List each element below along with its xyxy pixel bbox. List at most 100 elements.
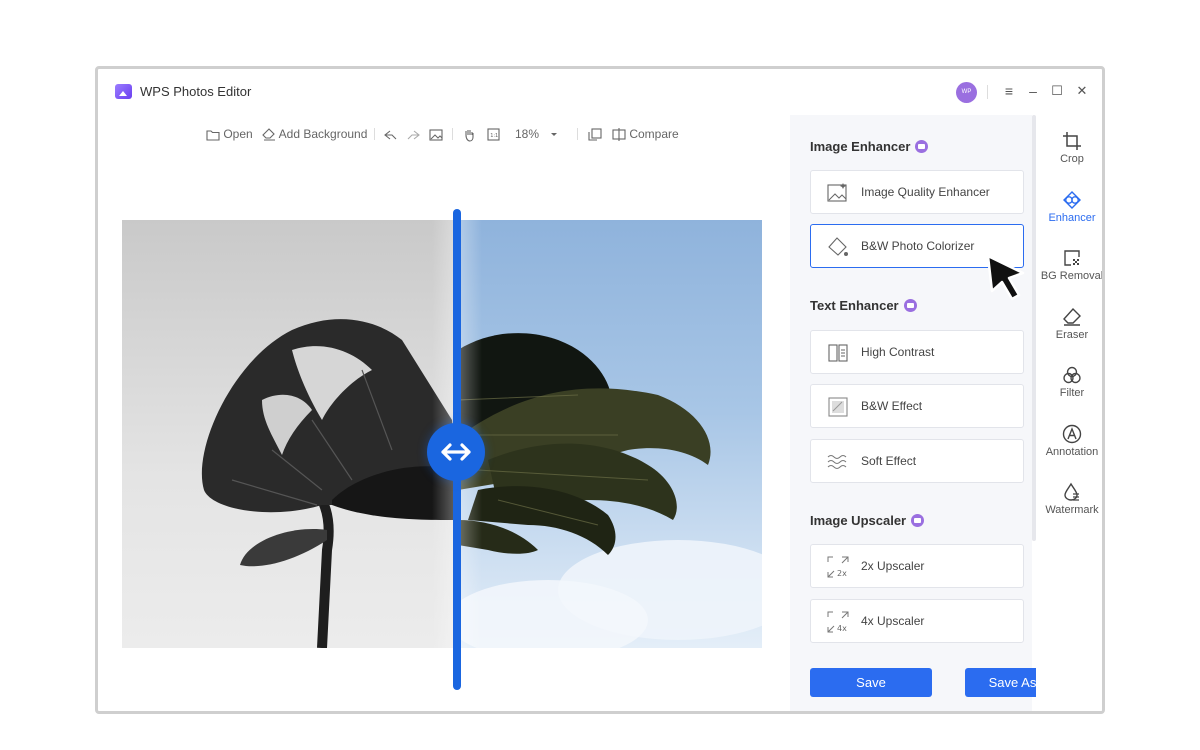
crop-icon (1063, 132, 1081, 150)
folder-icon (206, 130, 220, 141)
toolbar-divider (374, 128, 375, 140)
section-image-enhancer: Image Enhancer (810, 139, 929, 154)
option-label: Image Quality Enhancer (861, 185, 990, 199)
image-icon (429, 129, 443, 141)
soft-effect-icon (827, 455, 847, 469)
hand-icon (465, 129, 474, 142)
section-image-upscaler: Image Upscaler (810, 513, 925, 528)
pan-button[interactable] (462, 125, 476, 143)
titlebar-divider (987, 85, 988, 99)
zoom-value[interactable]: 18% (515, 125, 539, 143)
open-label: Open (223, 127, 253, 141)
close-button[interactable]: ✕ (1073, 81, 1091, 101)
premium-badge-icon (911, 514, 925, 527)
rail-label: Crop (1060, 153, 1084, 165)
actual-size-icon: 1:1 (487, 128, 500, 141)
svg-text:1:1: 1:1 (490, 133, 498, 139)
minimize-button[interactable]: – (1024, 81, 1042, 101)
menu-button[interactable]: ≡ (1000, 81, 1018, 101)
high-contrast-icon (828, 344, 848, 362)
rail-label: BG Removal (1040, 270, 1104, 282)
rail-item-annotation[interactable]: Annotation (1036, 424, 1102, 458)
save-button[interactable]: Save (810, 668, 932, 697)
maximize-button[interactable]: ☐ (1048, 81, 1066, 101)
upscaler-2x-option[interactable]: 2x 2x Upscaler (810, 544, 1024, 588)
toolbar-divider (452, 128, 453, 140)
toolbar-divider (577, 128, 578, 140)
rail-item-filter[interactable]: Filter (1036, 365, 1102, 399)
annotation-icon (1062, 424, 1082, 444)
rail-item-eraser[interactable]: Eraser (1036, 307, 1102, 341)
eraser-icon (1063, 307, 1081, 326)
rail-item-watermark[interactable]: Watermark (1036, 482, 1102, 516)
option-label: Soft Effect (861, 454, 917, 468)
bw-effect-icon (828, 397, 848, 417)
rail-label: Eraser (1055, 329, 1089, 341)
compare-icon (612, 128, 626, 142)
rail-label: Enhancer (1048, 212, 1096, 224)
option-label: B&W Effect (861, 399, 923, 413)
zoom-dropdown[interactable] (550, 125, 558, 143)
rail-item-enhancer[interactable]: Enhancer (1036, 190, 1102, 224)
premium-badge-icon (903, 299, 917, 312)
option-label: 2x Upscaler (861, 559, 925, 573)
upscaler-4x-option[interactable]: 4x 4x Upscaler (810, 599, 1024, 643)
app-logo-icon (115, 84, 132, 99)
option-label: High Contrast (861, 345, 935, 359)
upscale-4x-icon-text: 4x (837, 624, 847, 633)
monstera-leaf-bw (201, 319, 458, 648)
option-label: 4x Upscaler (861, 614, 925, 628)
watermark-icon (1064, 482, 1079, 501)
tool-rail: Crop Enhancer BG Removal Eraser Filter A… (1036, 115, 1104, 711)
section-title-text: Image Enhancer (810, 139, 911, 154)
section-title-text: Image Upscaler (810, 513, 907, 528)
filter-icon (1063, 366, 1081, 384)
section-title-text: Text Enhancer (810, 298, 899, 313)
compare-label: Compare (629, 127, 679, 141)
rail-item-bg-removal[interactable]: BG Removal (1036, 248, 1104, 282)
mouse-pointer-icon (986, 254, 1025, 301)
option-label: B&W Photo Colorizer (861, 239, 975, 253)
upscale-2x-icon-text: 2x (837, 569, 847, 578)
redo-icon (407, 130, 420, 140)
compare-button[interactable]: Compare (612, 125, 679, 143)
compare-slider-handle[interactable] (427, 423, 485, 481)
add-background-label: Add Background (278, 127, 368, 141)
duplicate-button[interactable] (588, 125, 602, 143)
rail-label: Filter (1059, 387, 1085, 399)
caret-down-icon (551, 132, 557, 136)
image-button[interactable] (429, 125, 443, 143)
background-eraser-icon (262, 128, 275, 141)
app-title: WPS Photos Editor (140, 84, 252, 99)
fit-button[interactable]: 1:1 (487, 125, 500, 143)
enhancer-icon (1063, 191, 1081, 209)
image-quality-enhancer-option[interactable]: Image Quality Enhancer (810, 170, 1024, 214)
app-window: WPS Photos Editor WP ≡ – ☐ ✕ Open Add Ba… (95, 66, 1105, 714)
bw-effect-option[interactable]: B&W Effect (810, 384, 1024, 428)
bg-removal-icon (1064, 250, 1080, 266)
rail-item-crop[interactable]: Crop (1036, 131, 1102, 165)
undo-button[interactable] (384, 125, 398, 143)
duplicate-icon (588, 128, 602, 141)
premium-badge-icon (915, 140, 929, 153)
rail-label: Annotation (1045, 446, 1099, 458)
after-image-color (458, 220, 762, 648)
section-text-enhancer: Text Enhancer (810, 298, 917, 313)
undo-icon (384, 130, 397, 140)
rail-label: Watermark (1045, 504, 1099, 516)
double-arrow-icon (441, 443, 471, 461)
open-button[interactable]: Open (206, 125, 253, 143)
upscale-4x-icon: 4x (827, 611, 849, 633)
monstera-leaf-color (458, 333, 762, 648)
image-quality-icon (827, 183, 847, 202)
high-contrast-option[interactable]: High Contrast (810, 330, 1024, 374)
upscale-2x-icon: 2x (827, 556, 849, 578)
add-background-button[interactable]: Add Background (262, 125, 367, 143)
redo-button[interactable] (406, 125, 420, 143)
soft-effect-option[interactable]: Soft Effect (810, 439, 1024, 483)
before-image-bw (122, 220, 458, 648)
title-bar: WPS Photos Editor WP ≡ – ☐ ✕ (98, 69, 1102, 115)
enhancer-panel: Image Enhancer Image Quality Enhancer B&… (790, 115, 1032, 711)
colorizer-bucket-icon (828, 237, 848, 256)
avatar[interactable]: WP (956, 82, 977, 103)
